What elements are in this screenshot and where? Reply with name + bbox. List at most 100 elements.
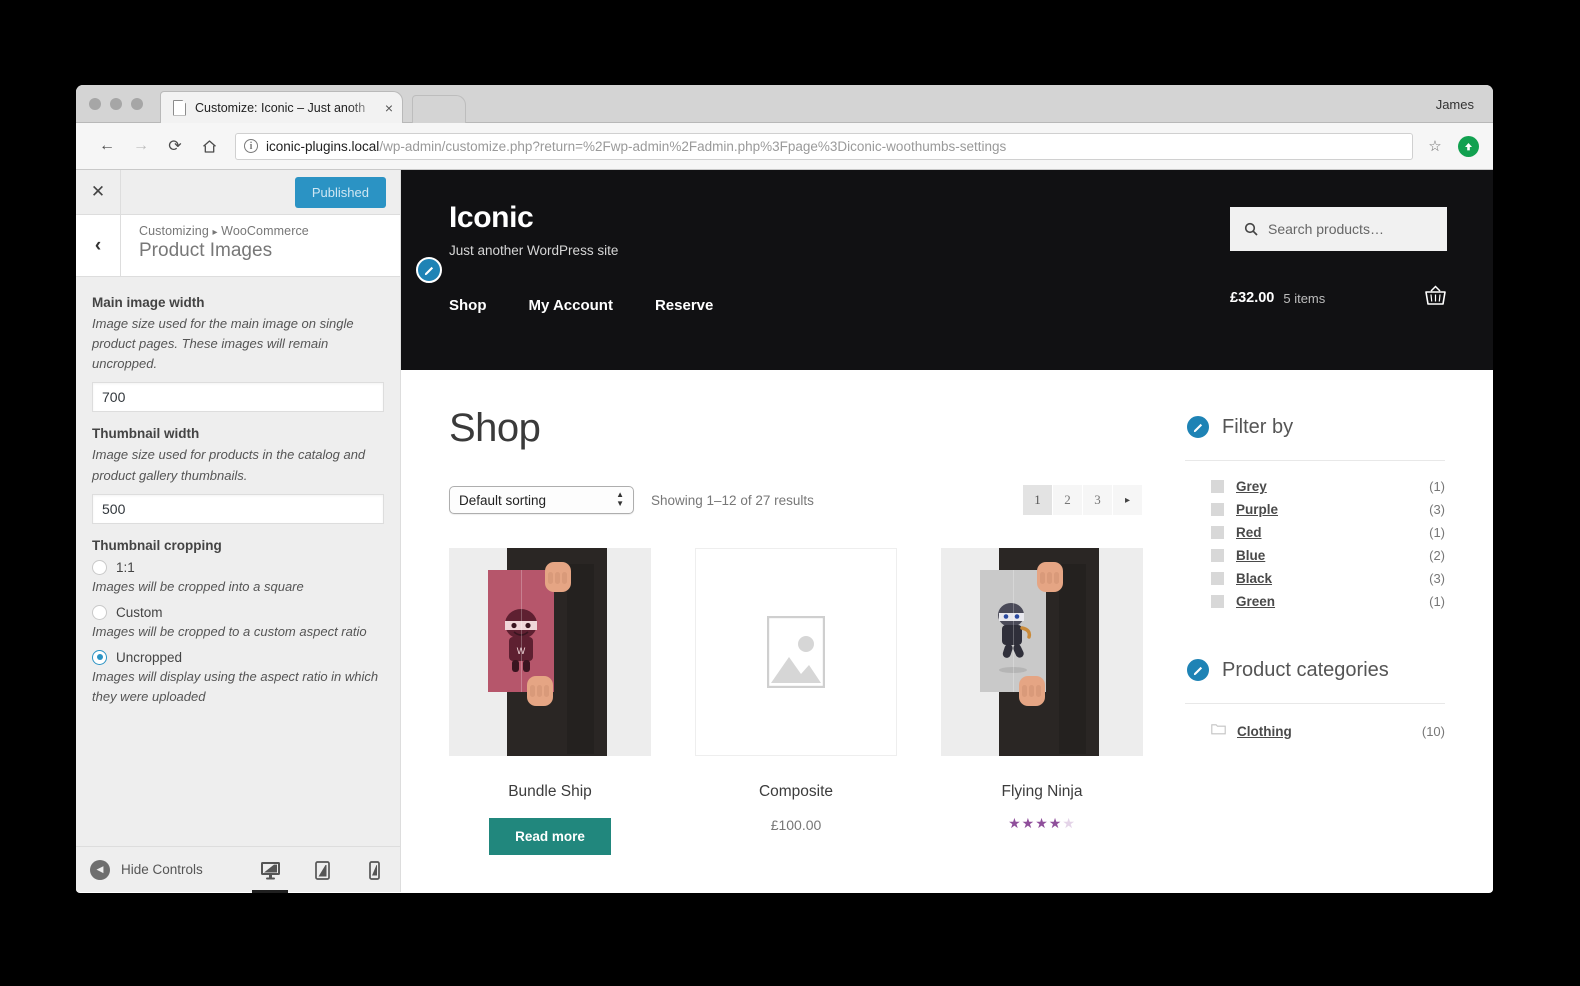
product-card[interactable]: Flying Ninja ★★★★★ [941,548,1143,855]
next-page-icon[interactable]: ▸ [1113,485,1143,515]
hide-controls-button[interactable]: ◀ Hide Controls [90,859,203,880]
radio-icon[interactable] [92,559,107,575]
window-traffic-lights[interactable] [89,98,143,110]
nav-item-my-account[interactable]: My Account [529,297,613,314]
close-icon[interactable]: × [382,101,396,115]
product-title[interactable]: Flying Ninja [941,783,1143,801]
radio-label: 1:1 [116,559,135,575]
checkbox-icon[interactable] [1211,549,1224,562]
main-image-width-input[interactable] [92,382,384,413]
page-button-2[interactable]: 2 [1053,485,1083,515]
site-info-icon[interactable]: i [244,139,258,153]
filter-label[interactable]: Grey [1236,479,1267,494]
product-title[interactable]: Bundle Ship [449,783,651,801]
bookmark-star-icon[interactable]: ☆ [1422,137,1448,155]
read-more-button[interactable]: Read more [489,818,611,855]
sorting-select[interactable]: Default sorting ▲ ▼ [449,486,634,514]
control-thumbnail-cropping: Thumbnail cropping 1:1 Images will be cr… [92,538,384,708]
control-description: Image size used for products in the cata… [92,447,366,483]
filter-item-green[interactable]: Green (1) [1185,590,1445,613]
product-grid: W Bundle Ship Read more Composite £100.0… [449,548,1143,855]
chevron-left-icon: ◀ [90,859,110,880]
radio-icon[interactable] [92,604,107,620]
star-empty-icon: ★ [1062,815,1076,831]
filter-label[interactable]: Blue [1236,548,1265,563]
product-thumbnail[interactable] [941,548,1143,756]
filter-count: (1) [1429,525,1445,540]
filter-item-blue[interactable]: Blue (2) [1185,544,1445,567]
filter-item-grey[interactable]: Grey (1) [1185,475,1445,498]
checkbox-icon[interactable] [1211,595,1224,608]
mobile-icon[interactable] [348,847,400,893]
nav-item-reserve[interactable]: Reserve [655,297,713,314]
publish-button[interactable]: Published [294,176,386,208]
back-to-panel-button[interactable]: ‹ [76,215,121,276]
customizer-header: ✕ Published [76,169,400,215]
extension-icon[interactable] [1458,135,1479,157]
filter-label[interactable]: Red [1236,525,1262,540]
customizer-section-header: ‹ Customizing ▸ WooCommerce Product Imag… [76,215,400,277]
widget-title: Filter by [1222,415,1294,438]
browser-toolbar: ← → ⟳ i iconic-plugins.local /wp-admin/c… [76,123,1493,170]
checkbox-icon[interactable] [1211,480,1224,493]
chevron-updown-icon: ▲ ▼ [616,490,624,508]
radio-option-custom[interactable]: Custom [92,604,384,620]
cart-summary[interactable]: £32.00 5 items [1230,285,1447,311]
search-icon [1244,222,1258,236]
checkbox-icon[interactable] [1211,526,1224,539]
edit-widget-pencil-icon[interactable] [1185,657,1211,683]
browser-tab-active[interactable]: Customize: Iconic – Just anoth × [160,91,403,123]
device-preview-switcher [244,847,400,893]
browser-user-label[interactable]: James [1436,97,1474,112]
home-icon[interactable] [192,129,226,163]
product-thumbnail[interactable]: W [449,548,651,756]
filter-label[interactable]: Green [1236,594,1275,609]
thumbnail-width-input[interactable] [92,493,384,524]
star-filled-icon: ★ [1008,815,1022,831]
basket-icon[interactable] [1424,285,1447,311]
shop-page: Shop Default sorting ▲ ▼ Showing 1–12 of … [401,370,1493,855]
category-item-clothing[interactable]: Clothing (10) [1185,718,1445,744]
radio-icon-selected[interactable] [92,649,107,665]
filter-label[interactable]: Purple [1236,502,1278,517]
filter-item-black[interactable]: Black (3) [1185,567,1445,590]
filter-count: (1) [1429,594,1445,609]
product-card[interactable]: W Bundle Ship Read more [449,548,651,855]
search-input[interactable]: Search products… [1230,207,1447,251]
maximize-window-button[interactable] [131,98,143,110]
radio-description: Images will be cropped into a square [92,578,304,594]
star-filled-icon: ★ [1021,815,1036,831]
radio-option-1-1[interactable]: 1:1 [92,559,384,575]
category-label[interactable]: Clothing [1237,724,1292,739]
new-tab-button[interactable] [412,95,466,123]
nav-item-shop[interactable]: Shop [449,297,487,314]
control-label: Thumbnail width [92,426,200,442]
radio-option-uncropped[interactable]: Uncropped [92,649,384,665]
forward-icon[interactable]: → [124,129,158,163]
close-customizer-button[interactable]: ✕ [76,169,121,215]
filter-item-purple[interactable]: Purple (3) [1185,498,1445,521]
filter-count: (3) [1429,502,1445,517]
cart-total: £32.00 [1230,290,1275,306]
product-card[interactable]: Composite £100.00 [695,548,897,855]
filter-label[interactable]: Black [1236,571,1272,586]
back-icon[interactable]: ← [90,129,124,163]
tablet-icon[interactable] [296,847,348,893]
product-title[interactable]: Composite [695,783,897,801]
product-thumbnail[interactable] [695,548,897,756]
edit-widget-pencil-icon[interactable] [1185,414,1211,440]
address-bar[interactable]: i iconic-plugins.local /wp-admin/customi… [235,132,1413,160]
customizer-panel: ✕ Published ‹ Customizing ▸ WooCommerce … [76,169,401,893]
close-window-button[interactable] [89,98,101,110]
page-button-1[interactable]: 1 [1023,485,1053,515]
page-button-3[interactable]: 3 [1083,485,1113,515]
search-placeholder: Search products… [1268,221,1384,237]
minimize-window-button[interactable] [110,98,122,110]
shop-toolbar: Default sorting ▲ ▼ Showing 1–12 of 27 re… [449,485,1143,515]
checkbox-icon[interactable] [1211,572,1224,585]
edit-menu-pencil-icon[interactable] [416,257,442,283]
reload-icon[interactable]: ⟳ [158,129,192,163]
desktop-icon[interactable] [244,847,296,893]
checkbox-icon[interactable] [1211,503,1224,516]
filter-item-red[interactable]: Red (1) [1185,521,1445,544]
